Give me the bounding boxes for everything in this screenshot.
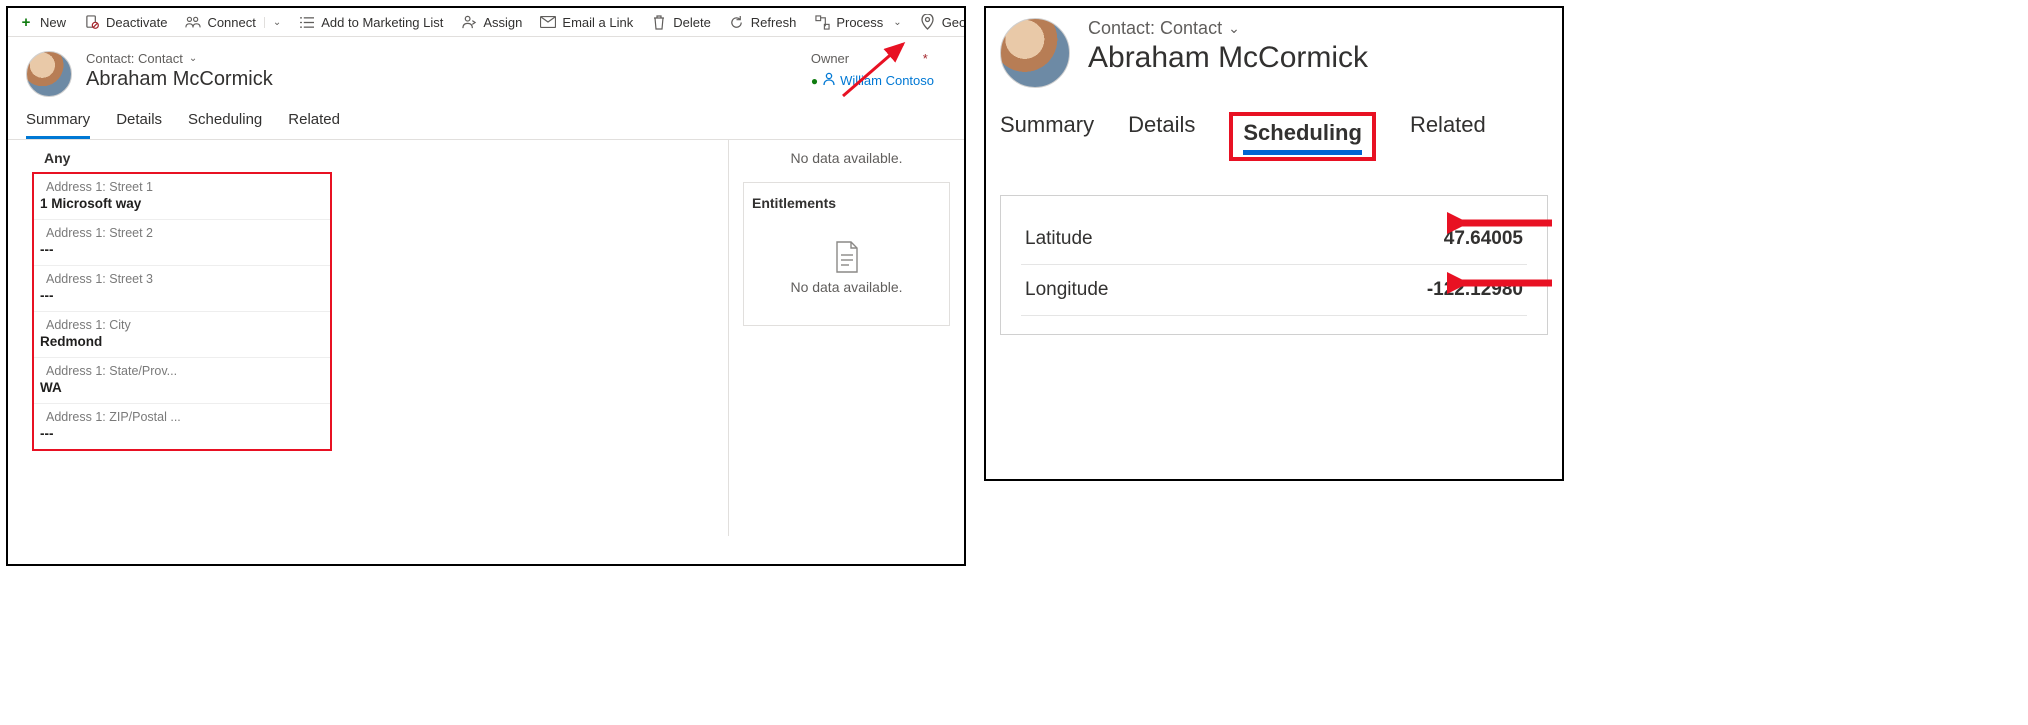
tab-details[interactable]: Details [116, 111, 162, 139]
latitude-label: Latitude [1025, 228, 1093, 250]
delete-button[interactable]: Delete [651, 14, 711, 30]
process-label: Process [836, 15, 883, 30]
add-to-marketing-label: Add to Marketing List [321, 15, 443, 30]
connect-button[interactable]: Connect [185, 14, 255, 30]
marketing-list-icon [299, 14, 315, 30]
latitude-row: Latitude 47.64005 [1021, 214, 1527, 265]
geo-code-label: Geo Code [942, 15, 966, 30]
assign-label: Assign [483, 15, 522, 30]
assign-button[interactable]: Assign [461, 14, 522, 30]
coordinates-card: Latitude 47.64005 Longitude -122.12980 [1000, 195, 1548, 335]
any-label: Any [26, 144, 728, 172]
longitude-row: Longitude -122.12980 [1021, 265, 1527, 316]
connect-split[interactable]: ⌄ [264, 17, 281, 28]
chevron-down-icon: ⌄ [273, 17, 281, 28]
delete-label: Delete [673, 15, 711, 30]
breadcrumb-label: Contact: Contact [86, 51, 183, 66]
zip-value[interactable]: --- [34, 426, 330, 449]
map-pin-icon [920, 14, 936, 30]
contact-form-left-panel: + New Deactivate Connect ⌄ Add to Market… [6, 6, 966, 566]
street3-label: Address 1: Street 3 [34, 266, 330, 288]
longitude-value[interactable]: -122.12980 [1427, 279, 1523, 301]
geo-code-button[interactable]: Geo Code [920, 14, 966, 30]
breadcrumb-label: Contact: Contact [1088, 18, 1222, 39]
tab-summary[interactable]: Summary [1000, 112, 1094, 161]
form-body: Any Address 1: Street 1 1 Microsoft way … [8, 140, 964, 536]
plus-icon: + [18, 14, 34, 30]
tab-related[interactable]: Related [288, 111, 340, 139]
deactivate-button[interactable]: Deactivate [84, 14, 167, 30]
no-data-top: No data available. [743, 150, 950, 166]
record-header: Contact: Contact ⌄ Abraham McCormick Own… [8, 37, 964, 103]
zip-label: Address 1: ZIP/Postal ... [34, 404, 330, 426]
street2-label: Address 1: Street 2 [34, 220, 330, 242]
process-button[interactable]: Process ⌄ [814, 14, 901, 30]
tab-scheduling-highlight: Scheduling [1229, 112, 1376, 161]
assign-icon [461, 14, 477, 30]
tab-scheduling[interactable]: Scheduling [188, 111, 262, 139]
record-title: Abraham McCormick [86, 68, 273, 91]
avatar [1000, 18, 1070, 88]
tab-details[interactable]: Details [1128, 112, 1195, 161]
required-asterisk: * [923, 51, 928, 66]
contact-form-right-panel: Contact: Contact ⌄ Abraham McCormick Sum… [984, 6, 1564, 481]
tab-related[interactable]: Related [1410, 112, 1486, 161]
tab-summary[interactable]: Summary [26, 111, 90, 139]
state-value[interactable]: WA [34, 380, 330, 403]
refresh-button[interactable]: Refresh [729, 14, 797, 30]
email-icon [540, 14, 556, 30]
new-label: New [40, 15, 66, 30]
refresh-icon [729, 14, 745, 30]
email-link-button[interactable]: Email a Link [540, 14, 633, 30]
trash-icon [651, 14, 667, 30]
street1-label: Address 1: Street 1 [34, 174, 330, 196]
active-underline [1243, 150, 1362, 155]
tab-scheduling[interactable]: Scheduling [1243, 120, 1362, 145]
document-icon [834, 241, 860, 273]
address-section-highlight: Address 1: Street 1 1 Microsoft way Addr… [32, 172, 332, 451]
street2-value[interactable]: --- [34, 242, 330, 265]
street1-value[interactable]: 1 Microsoft way [34, 196, 330, 219]
record-title: Abraham McCormick [1088, 41, 1368, 75]
street3-value[interactable]: --- [34, 288, 330, 311]
entitlements-card: Entitlements No data available. [743, 182, 950, 326]
deactivate-label: Deactivate [106, 15, 167, 30]
process-icon [814, 14, 830, 30]
tabs: Summary Details Scheduling Related [1000, 88, 1548, 161]
add-to-marketing-button[interactable]: Add to Marketing List [299, 14, 443, 30]
city-value[interactable]: Redmond [34, 334, 330, 357]
state-label: Address 1: State/Prov... [34, 358, 330, 380]
connect-label: Connect [207, 15, 255, 30]
owner-link[interactable]: William Contoso [840, 73, 934, 88]
chevron-down-icon: ⌄ [189, 53, 197, 64]
presence-available-icon: ● [811, 74, 818, 88]
chevron-down-icon: ⌄ [893, 17, 901, 28]
form-selector[interactable]: Contact: Contact ⌄ [1088, 18, 1368, 39]
avatar [26, 51, 72, 97]
email-link-label: Email a Link [562, 15, 633, 30]
city-label: Address 1: City [34, 312, 330, 334]
owner-field: Owner * ● William Contoso [811, 51, 946, 97]
command-bar: + New Deactivate Connect ⌄ Add to Market… [8, 8, 964, 37]
deactivate-icon [84, 14, 100, 30]
new-button[interactable]: + New [18, 14, 66, 30]
tabs: Summary Details Scheduling Related [8, 103, 964, 140]
owner-label: Owner [811, 51, 849, 66]
chevron-down-icon: ⌄ [1228, 20, 1240, 37]
person-icon [822, 72, 836, 89]
connect-icon [185, 14, 201, 30]
longitude-label: Longitude [1025, 279, 1108, 301]
no-data-entitlements: No data available. [752, 279, 941, 295]
form-selector[interactable]: Contact: Contact ⌄ [86, 51, 273, 66]
side-column: No data available. Entitlements No data … [728, 140, 964, 536]
refresh-label: Refresh [751, 15, 797, 30]
entitlements-heading: Entitlements [752, 195, 941, 211]
latitude-value[interactable]: 47.64005 [1444, 228, 1523, 250]
